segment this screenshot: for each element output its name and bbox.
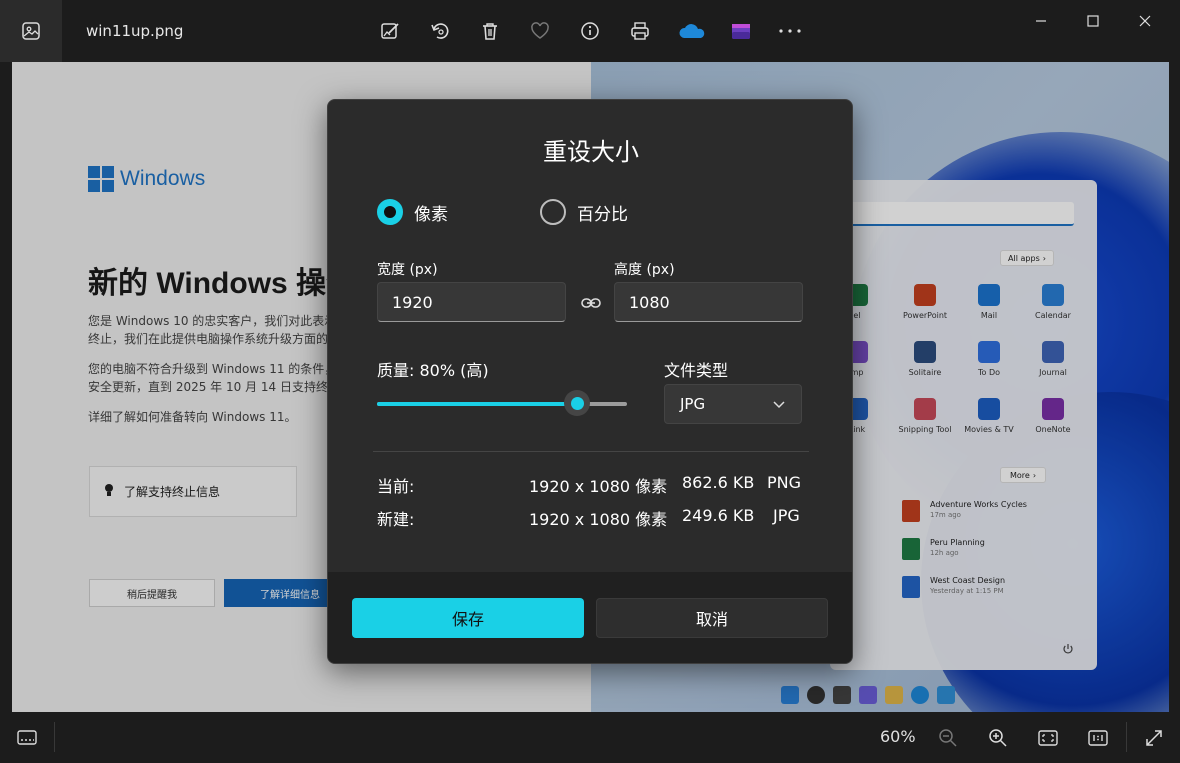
quality-label: 质量: 80% (高) bbox=[377, 361, 489, 380]
title-bar: win11up.png bbox=[0, 0, 1180, 62]
bottom-bar: 60% bbox=[0, 712, 1180, 763]
file-name: win11up.png bbox=[86, 22, 184, 40]
minimize-icon[interactable] bbox=[1026, 8, 1056, 34]
radio-pixels[interactable]: 像素 bbox=[377, 199, 448, 225]
height-input[interactable]: 1080 bbox=[614, 282, 803, 322]
info-icon[interactable] bbox=[578, 19, 602, 43]
file-type-select[interactable]: JPG bbox=[664, 384, 802, 424]
favorite-icon[interactable] bbox=[528, 19, 552, 43]
chevron-down-icon bbox=[773, 395, 785, 413]
width-label: 宽度 (px) bbox=[377, 262, 438, 278]
fit-to-window-icon[interactable] bbox=[1036, 726, 1060, 750]
fullscreen-icon[interactable] bbox=[1142, 726, 1166, 750]
height-label: 高度 (px) bbox=[614, 262, 675, 278]
zoom-in-icon[interactable] bbox=[986, 726, 1010, 750]
edit-image-icon[interactable] bbox=[378, 19, 402, 43]
radio-selected-indicator[interactable] bbox=[377, 199, 403, 225]
delete-icon[interactable] bbox=[478, 19, 502, 43]
resize-dialog: 重设大小 像素 百分比 宽度 (px) 1920 高度 (px) 1080 质量… bbox=[327, 99, 853, 664]
dialog-title: 重设大小 bbox=[543, 138, 639, 166]
more-icon[interactable] bbox=[778, 19, 802, 43]
divider bbox=[54, 722, 55, 752]
zoom-level: 60% bbox=[880, 727, 916, 746]
radio-percentage[interactable]: 百分比 bbox=[540, 199, 628, 225]
dialog-footer: 保存 取消 bbox=[328, 572, 852, 663]
save-button[interactable]: 保存 bbox=[352, 598, 584, 638]
photos-app-window: win11up.png Windows 新的 Windows 操作 您是 Win… bbox=[0, 0, 1180, 763]
new-info-row: 新建: 1920 x 1080 像素 249.6 KB JPG bbox=[377, 506, 800, 529]
zoom-out-icon[interactable] bbox=[936, 726, 960, 750]
maximize-icon[interactable] bbox=[1078, 8, 1108, 34]
width-input[interactable]: 1920 bbox=[377, 282, 566, 322]
file-type-label: 文件类型 bbox=[664, 361, 729, 380]
clipchamp-icon[interactable] bbox=[729, 19, 753, 43]
close-icon[interactable] bbox=[1130, 8, 1160, 34]
aspect-ratio-link-icon[interactable] bbox=[580, 292, 602, 314]
radio-unselected-indicator[interactable] bbox=[540, 199, 566, 225]
divider bbox=[1126, 722, 1127, 752]
divider bbox=[373, 451, 809, 452]
quality-slider-thumb[interactable] bbox=[564, 390, 590, 416]
print-icon[interactable] bbox=[628, 19, 652, 43]
current-info-row: 当前: 1920 x 1080 像素 862.6 KB PNG bbox=[377, 473, 802, 496]
onedrive-icon[interactable] bbox=[678, 19, 706, 43]
rotate-icon[interactable] bbox=[428, 19, 452, 43]
quality-slider-fill bbox=[377, 402, 577, 406]
filmstrip-icon[interactable] bbox=[15, 726, 39, 750]
actual-size-icon[interactable] bbox=[1086, 726, 1110, 750]
gallery-icon[interactable] bbox=[0, 0, 62, 62]
cancel-button[interactable]: 取消 bbox=[596, 598, 828, 638]
